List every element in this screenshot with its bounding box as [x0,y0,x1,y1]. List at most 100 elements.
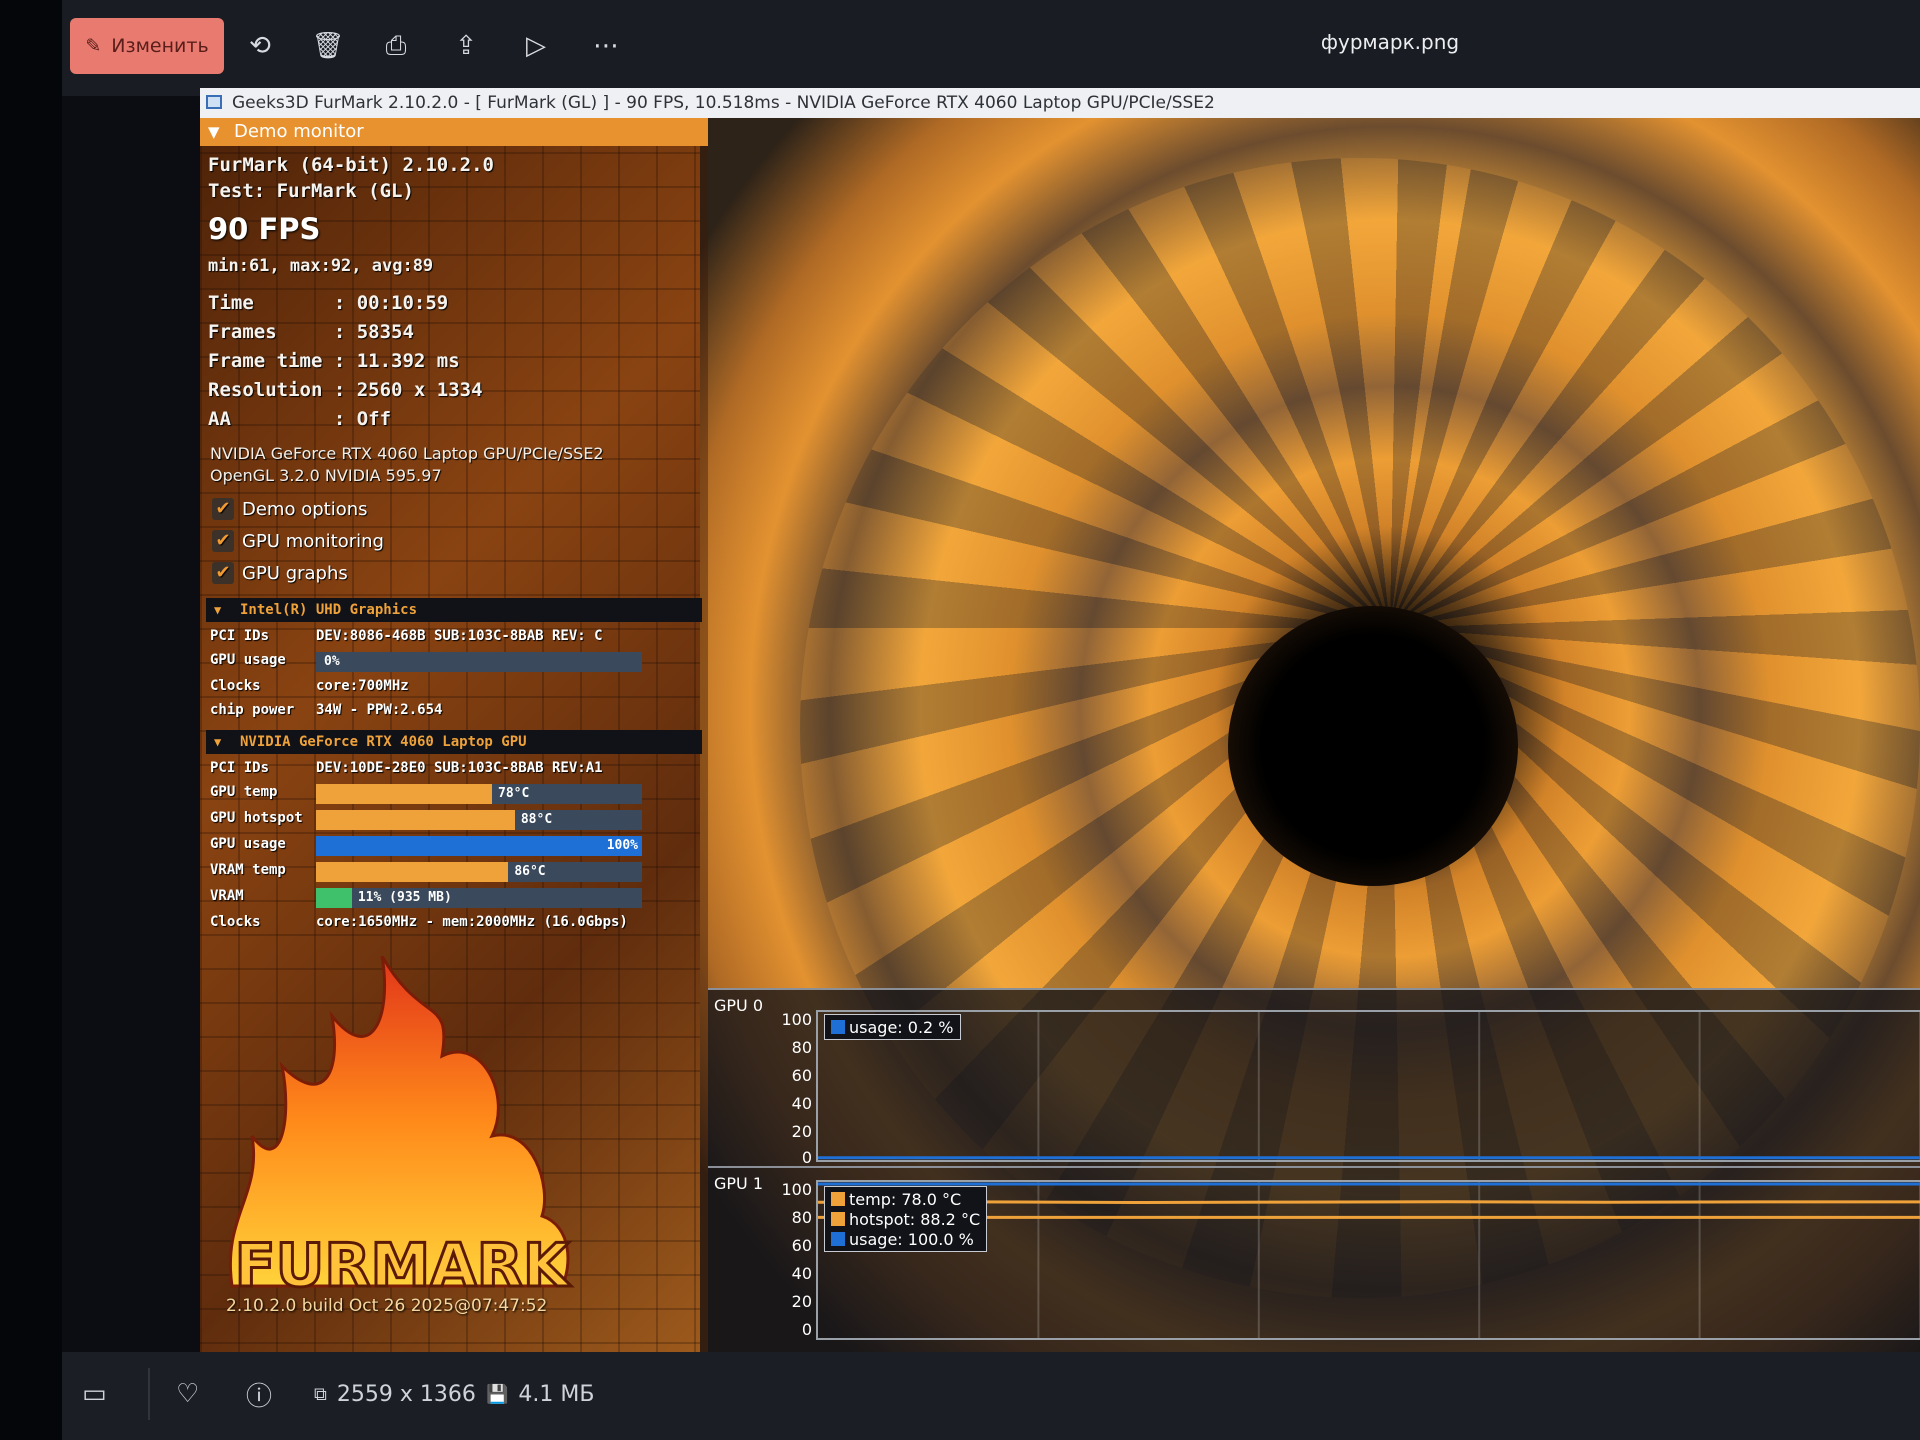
gpu-temp-bar: 78°C [316,784,642,804]
collapse-arrow-icon: ▼ [208,123,220,141]
section-title: NVIDIA GeForce RTX 4060 Laptop GPU [240,734,527,750]
legend-label: usage: 0.2 % [849,1017,954,1037]
gpu-usage-bar: 0% [316,652,642,672]
app-version: FurMark (64-bit) 2.10.2.0 [208,154,494,176]
stat-resolution: Resolution : 2560 x 1334 [208,379,483,401]
row-label: Clocks [210,914,261,930]
y-tick: 60 [791,1236,812,1255]
furmark-titlebar[interactable]: Geeks3D FurMark 2.10.2.0 - [ FurMark (GL… [200,88,1920,119]
stat-frame-time: Frame time : 11.392 ms [208,350,460,372]
legend-item: usage: 0.2 % [831,1017,954,1037]
gpu-section-nvidia[interactable]: ▼ NVIDIA GeForce RTX 4060 Laptop GPU [206,730,702,754]
row-label: PCI IDs [210,628,270,644]
vram-bar: 11% (935 MB) [316,888,642,908]
gpu1-graph: GPU 1 100 80 60 40 20 0 temp: 78.0 °C ho… [708,1166,1920,1354]
gpu0-plot-area [816,1010,1920,1162]
option-gpu-monitoring[interactable]: ✔ GPU monitoring [212,528,384,554]
gpu0-graph: GPU 0 100 80 60 40 20 0 usage: 0.2 % [708,988,1920,1167]
pci-ids: DEV:8086-468B SUB:103C-8BAB REV: C [316,628,603,644]
collapse-arrow-icon: ▼ [214,603,222,617]
y-tick: 80 [791,1208,812,1227]
divider [148,1368,150,1420]
save-disk-icon: 💾 [486,1383,509,1405]
y-tick: 0 [801,1320,812,1339]
print-icon[interactable]: ⎙ [374,18,418,74]
row-label: Clocks [210,678,261,694]
section-title: Intel(R) UHD Graphics [240,602,418,618]
legend-item: temp: 78.0 °C [831,1189,980,1209]
gpu-section-intel[interactable]: ▼ Intel(R) UHD Graphics [206,598,702,622]
bar-text: 88°C [520,812,553,827]
legend-swatch [831,1212,845,1226]
info-icon[interactable]: ⓘ [246,1372,272,1416]
gpu0-legend: usage: 0.2 % [824,1014,961,1040]
legend-label: hotspot: 88.2 °C [849,1209,981,1229]
y-tick: 80 [791,1038,812,1057]
slideshow-icon[interactable]: ▷ [514,18,558,74]
option-demo-options[interactable]: ✔ Demo options [212,496,368,522]
file-size: 💾 4.1 МБ [486,1372,594,1416]
bar-fill [316,836,642,856]
logo-text: FURMARK [235,1231,572,1301]
rotate-icon[interactable]: ⟲ [238,18,282,74]
row-label: VRAM [210,888,244,904]
demo-monitor-header[interactable]: ▼ Demo monitor [200,118,708,146]
share-icon[interactable]: ⇪ [444,18,488,74]
edit-button-label: Изменить [111,35,209,57]
gpu-usage-bar: 100% [316,836,642,856]
file-name: фурмарк.png [1320,30,1460,54]
option-gpu-graphs[interactable]: ✔ GPU graphs [212,560,348,586]
fps-stats: min:61, max:92, avg:89 [208,256,434,276]
bar-fill [316,810,515,830]
y-tick: 20 [791,1122,812,1141]
stat-frames: Frames : 58354 [208,321,414,343]
legend-swatch [831,1232,845,1246]
demo-monitor-title: Demo monitor [234,121,364,142]
row-label: GPU usage [210,652,286,668]
stat-aa: AA : Off [208,408,392,430]
bar-text: 78°C [498,786,530,801]
bar-fill [316,784,493,804]
fps-counter: 90 FPS [208,212,321,246]
filmstrip-icon[interactable]: ▭ [82,1372,107,1416]
test-name: Test: FurMark (GL) [208,180,414,202]
y-tick: 60 [791,1066,812,1085]
resolution-icon: ⧉ [314,1383,327,1405]
row-label: PCI IDs [210,760,270,776]
legend-item: hotspot: 88.2 °C [831,1209,980,1229]
stat-time: Time : 00:10:59 [208,292,449,314]
clocks-value: core:700MHz [316,678,409,694]
more-icon[interactable]: ⋯ [584,18,628,74]
pupil [1228,606,1518,886]
y-tick: 100 [781,1180,812,1199]
delete-icon[interactable]: 🗑 [306,18,350,74]
screen-bezel [0,0,62,1440]
legend-item: usage: 100.0 % [831,1229,980,1249]
row-label: chip power [210,702,295,718]
row-label: GPU hotspot [210,810,303,826]
edit-image-icon: ✎ [85,35,102,57]
edit-button[interactable]: ✎ Изменить [70,18,224,74]
legend-label: usage: 100.0 % [849,1229,974,1249]
row-label: GPU usage [210,836,286,852]
renderer-name: NVIDIA GeForce RTX 4060 Laptop GPU/PCIe/… [210,444,604,463]
y-tick: 20 [791,1292,812,1311]
bar-fill [316,862,509,882]
favorite-heart-icon[interactable]: ♡ [176,1372,199,1416]
power-value: 34W - PPW:2.654 [316,702,443,718]
bar-fill [316,888,352,908]
app-icon [206,95,222,109]
legend-swatch [831,1020,845,1034]
y-tick: 40 [791,1094,812,1113]
row-label: GPU temp [210,784,278,800]
bar-text: 11% (935 MB) [357,890,452,905]
bar-text: 100% [606,838,638,853]
vram-temp-bar: 86°C [316,862,642,882]
option-label: GPU monitoring [242,530,384,552]
gpu-hotspot-bar: 88°C [316,810,642,830]
gpu1-legend: temp: 78.0 °C hotspot: 88.2 °C usage: 10… [824,1186,988,1252]
y-tick: 100 [781,1010,812,1029]
legend-swatch [831,1192,845,1206]
legend-label: temp: 78.0 °C [849,1189,962,1209]
bar-text: 0% [324,654,340,669]
